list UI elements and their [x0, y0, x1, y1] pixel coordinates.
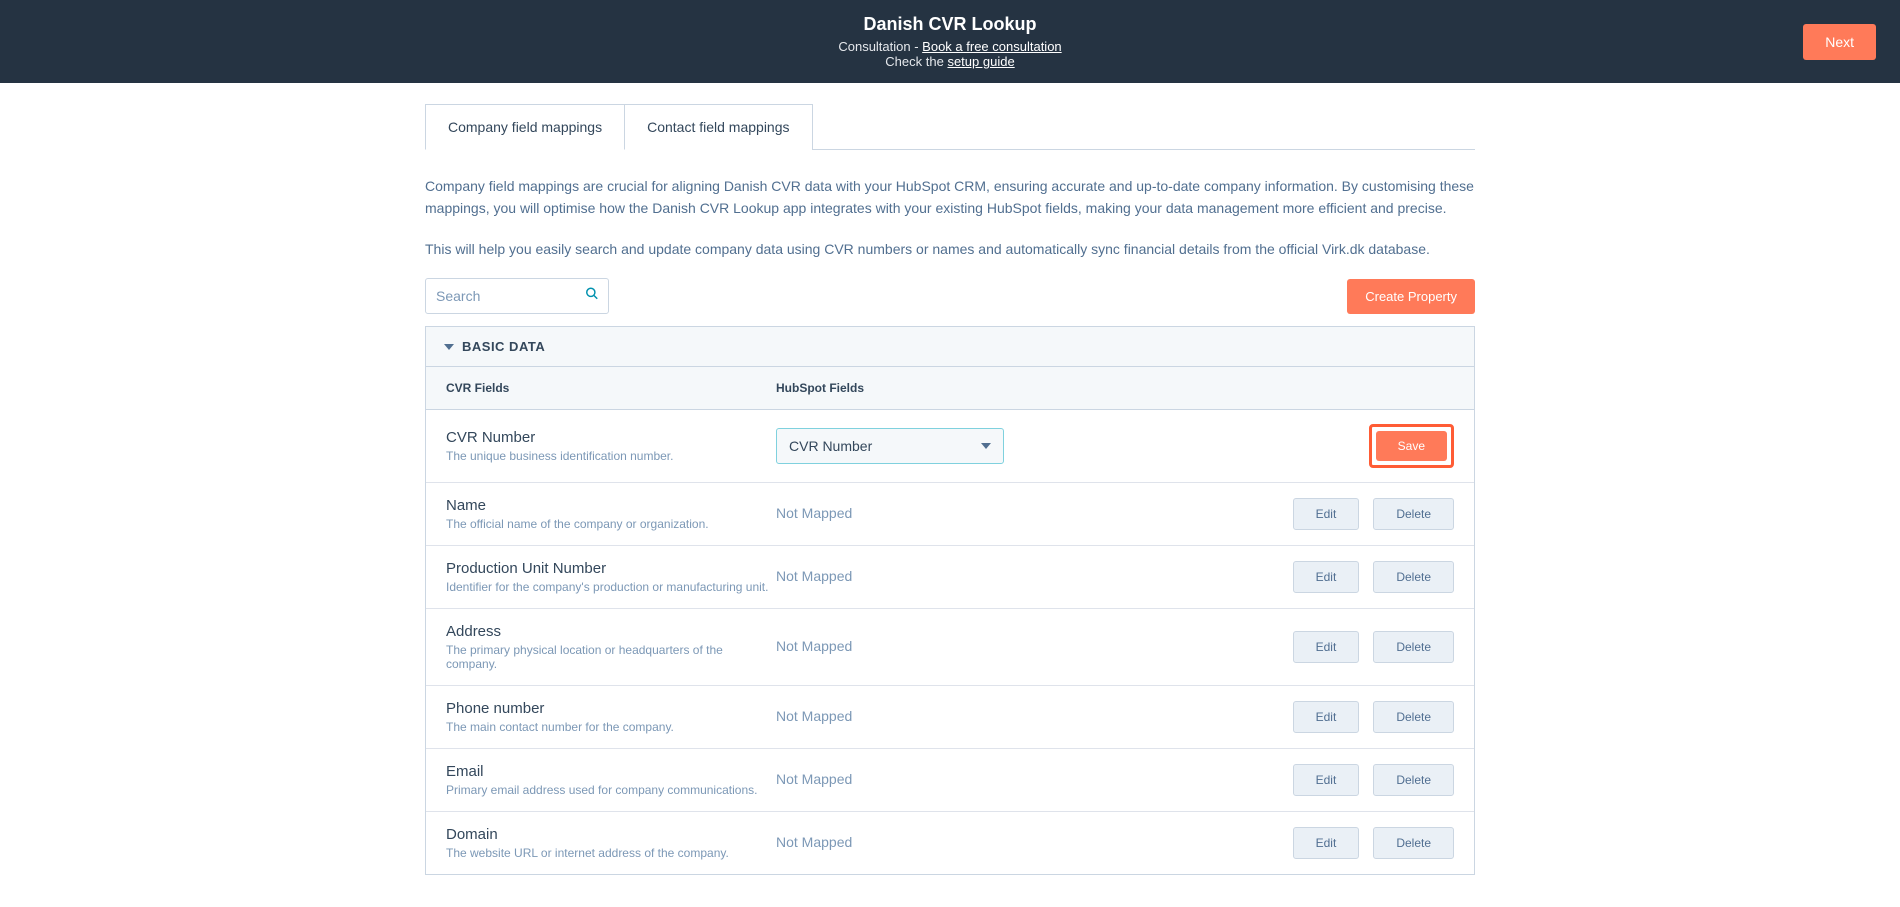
not-mapped-label: Not Mapped: [776, 771, 852, 787]
not-mapped-label: Not Mapped: [776, 834, 852, 850]
table-row: Production Unit Number Identifier for the…: [426, 546, 1474, 609]
field-desc: The unique business identification numbe…: [446, 449, 776, 463]
col-hubspot-fields: HubSpot Fields: [776, 381, 1114, 395]
consultation-line: Consultation - Book a free consultation: [838, 39, 1061, 54]
book-consultation-link[interactable]: Book a free consultation: [922, 39, 1061, 54]
tab-company-mappings[interactable]: Company field mappings: [425, 104, 625, 150]
hubspot-field-select[interactable]: CVR Number: [776, 428, 1004, 464]
delete-button[interactable]: Delete: [1373, 701, 1454, 733]
search-icon: [585, 287, 599, 306]
table-row: CVR Number The unique business identifica…: [426, 410, 1474, 483]
not-mapped-label: Not Mapped: [776, 638, 852, 654]
chevron-down-icon: [981, 443, 991, 449]
field-name: CVR Number: [446, 429, 776, 446]
field-desc: Primary email address used for company c…: [446, 783, 776, 797]
field-name: Domain: [446, 826, 776, 843]
setup-guide-link[interactable]: setup guide: [947, 54, 1014, 69]
table-row: Address The primary physical location or …: [426, 609, 1474, 686]
delete-button[interactable]: Delete: [1373, 631, 1454, 663]
consultation-prefix: Consultation -: [838, 39, 922, 54]
intro-paragraph-2: This will help you easily search and upd…: [425, 238, 1475, 260]
page-title: Danish CVR Lookup: [838, 14, 1061, 35]
field-name: Production Unit Number: [446, 560, 776, 577]
field-desc: The main contact number for the company.: [446, 720, 776, 734]
check-prefix: Check the: [885, 54, 947, 69]
save-button[interactable]: Save: [1376, 431, 1447, 461]
delete-button[interactable]: Delete: [1373, 827, 1454, 859]
edit-button[interactable]: Edit: [1293, 561, 1360, 593]
field-name: Address: [446, 623, 776, 640]
not-mapped-label: Not Mapped: [776, 568, 852, 584]
setup-line: Check the setup guide: [838, 54, 1061, 69]
not-mapped-label: Not Mapped: [776, 505, 852, 521]
chevron-down-icon: [444, 344, 454, 350]
table-row: Email Primary email address used for comp…: [426, 749, 1474, 812]
not-mapped-label: Not Mapped: [776, 708, 852, 724]
search-wrap: [425, 278, 609, 314]
table-row: Domain The website URL or internet addres…: [426, 812, 1474, 874]
field-desc: Identifier for the company's production …: [446, 580, 776, 594]
field-name: Phone number: [446, 700, 776, 717]
edit-button[interactable]: Edit: [1293, 498, 1360, 530]
delete-button[interactable]: Delete: [1373, 498, 1454, 530]
field-desc: The official name of the company or orga…: [446, 517, 776, 531]
table-row: Name The official name of the company or …: [426, 483, 1474, 546]
select-value: CVR Number: [789, 438, 872, 454]
page-header: Danish CVR Lookup Consultation - Book a …: [0, 0, 1900, 83]
section-title: BASIC DATA: [462, 339, 545, 354]
intro-paragraph-1: Company field mappings are crucial for a…: [425, 175, 1475, 220]
tab-contact-mappings[interactable]: Contact field mappings: [625, 104, 812, 150]
field-desc: The website URL or internet address of t…: [446, 846, 776, 860]
edit-button[interactable]: Edit: [1293, 827, 1360, 859]
tabs: Company field mappings Contact field map…: [425, 103, 1475, 149]
mappings-table: CVR Fields HubSpot Fields CVR Number The …: [425, 367, 1475, 875]
edit-button[interactable]: Edit: [1293, 631, 1360, 663]
delete-button[interactable]: Delete: [1373, 561, 1454, 593]
next-button[interactable]: Next: [1803, 24, 1876, 60]
table-row: Phone number The main contact number for …: [426, 686, 1474, 749]
save-highlight: Save: [1369, 424, 1454, 468]
delete-button[interactable]: Delete: [1373, 764, 1454, 796]
create-property-button[interactable]: Create Property: [1347, 279, 1475, 314]
field-name: Name: [446, 497, 776, 514]
col-cvr-fields: CVR Fields: [446, 381, 776, 395]
field-desc: The primary physical location or headqua…: [446, 643, 776, 671]
field-name: Email: [446, 763, 776, 780]
edit-button[interactable]: Edit: [1293, 764, 1360, 796]
section-basic-data[interactable]: BASIC DATA: [425, 326, 1475, 367]
search-input[interactable]: [425, 278, 609, 314]
edit-button[interactable]: Edit: [1293, 701, 1360, 733]
